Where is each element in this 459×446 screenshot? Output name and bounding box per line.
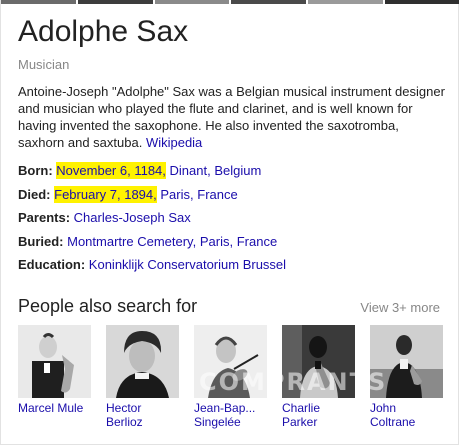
entity-title: Adolphe Sax [18,15,189,48]
born-place-country-link[interactable]: Belgium [214,163,261,178]
fact-buried: Buried: Montmartre Cemetery, Paris, Fran… [18,233,448,257]
died-place-country-link[interactable]: France [197,187,237,202]
fact-label: Died: [18,186,51,202]
fact-born: Born: November 6, 1184, Dinant, Belgium [18,162,448,186]
violinist-portrait-icon [194,325,267,398]
entity-type: Musician [18,57,70,72]
fact-parents: Parents: Charles-Joseph Sax [18,209,448,233]
parents-link[interactable]: Charles-Joseph Sax [74,210,191,225]
separator: , [229,233,234,249]
wikipedia-link[interactable]: Wikipedia [146,135,202,150]
people-also-search-title: People also search for [18,296,198,316]
image-strip[interactable] [1,0,459,4]
person-card-john-coltrane[interactable]: John Coltrane [370,325,443,429]
person-name: Charlie Parker [282,401,355,429]
person-card-jean-baptiste-singelee[interactable]: Jean-Bap... Singelée [194,325,267,429]
saxophonist-portrait-icon [282,325,355,398]
education-link[interactable]: Koninklijk Conservatorium Brussel [89,257,286,272]
buried-city-link[interactable]: Paris [200,234,230,249]
knowledge-panel: Adolphe Sax Musician Antoine-Joseph "Ado… [0,0,459,445]
fact-died: Died: February 7, 1894, Paris, France [18,185,448,210]
man-portrait-icon [106,325,179,398]
entity-description: Antoine-Joseph "Adolphe" Sax was a Belgi… [18,83,448,151]
person-first-name: Marcel Mule [18,401,84,415]
person-card-charlie-parker[interactable]: Charlie Parker [282,325,355,429]
person-name: Marcel Mule [18,401,91,415]
saxophonist-portrait-icon [370,325,443,398]
person-name: John Coltrane [370,401,443,429]
facts-list: Born: November 6, 1184, Dinant, Belgium … [18,162,448,280]
born-date: November 6, 1184, [56,162,166,179]
separator: , [192,233,197,249]
buried-cemetery-link[interactable]: Montmartre Cemetery [67,234,192,249]
person-last-name: Parker [282,415,318,429]
fact-label: Buried: [18,233,64,249]
person-first-name: John [370,401,397,415]
fact-education: Education: Koninklijk Conservatorium Bru… [18,256,448,280]
people-carousel: Marcel Mule Hector Berlioz Jean-Bap... S… [18,325,458,429]
person-last-name: Berlioz [106,415,143,429]
fact-label: Born: [18,163,53,178]
person-name: Jean-Bap... Singelée [194,401,267,429]
person-first-name: Jean-Bap... [194,401,256,415]
born-place-city-link[interactable]: Dinant [170,163,208,178]
person-card-hector-berlioz[interactable]: Hector Berlioz [106,325,179,429]
separator: , [190,186,194,202]
person-last-name: Singelée [194,415,241,429]
view-more-link[interactable]: View 3+ more [360,300,440,315]
died-place-city-link[interactable]: Paris [160,187,190,202]
person-card-marcel-mule[interactable]: Marcel Mule [18,325,91,429]
died-date: February 7, 1894, [54,185,157,203]
person-last-name: Coltrane [370,415,416,429]
saxophonist-portrait-icon [18,325,91,398]
separator: , [207,163,211,178]
buried-country-link[interactable]: France [237,234,277,249]
fact-label: Education: [18,257,86,272]
person-name: Hector Berlioz [106,401,179,429]
person-first-name: Hector [106,401,142,415]
fact-label: Parents: [18,210,71,225]
person-first-name: Charlie [282,401,321,415]
description-text: Antoine-Joseph "Adolphe" Sax was a Belgi… [18,84,445,150]
